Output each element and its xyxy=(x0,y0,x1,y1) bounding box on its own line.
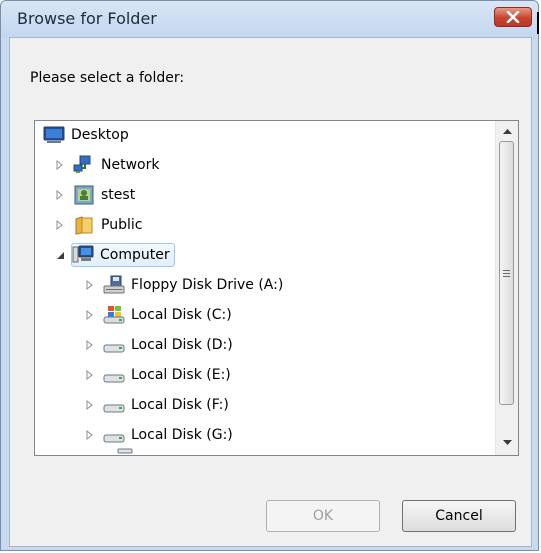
ok-button[interactable]: OK xyxy=(266,500,380,532)
tree-item-label: Local Disk (C:) xyxy=(131,307,232,323)
tree-item-label: Network xyxy=(101,157,160,173)
floppy-drive-icon xyxy=(103,275,125,295)
desktop-icon xyxy=(43,125,65,145)
hard-drive-icon xyxy=(103,425,125,445)
expand-arrow-icon[interactable] xyxy=(83,398,97,412)
collapse-arrow-icon[interactable] xyxy=(53,248,67,262)
tree-item-network[interactable]: Network xyxy=(53,153,159,177)
system-drive-icon xyxy=(103,305,125,325)
tree-item-local-disk-f[interactable]: Local Disk (F:) xyxy=(83,393,229,417)
tree-item-public[interactable]: Public xyxy=(53,213,142,237)
grip-icon xyxy=(503,269,510,277)
dialog-title: Browse for Folder xyxy=(17,9,157,28)
expand-arrow-icon[interactable] xyxy=(83,308,97,322)
expand-arrow-icon[interactable] xyxy=(83,428,97,442)
network-icon xyxy=(73,155,95,175)
tree-item-computer[interactable]: Computer xyxy=(53,243,175,267)
partial-tree-item xyxy=(113,447,135,455)
user-folder-icon xyxy=(73,185,95,205)
scroll-up-button[interactable] xyxy=(496,121,518,141)
folder-icon xyxy=(73,215,95,235)
hard-drive-icon xyxy=(103,365,125,385)
tree-item-label: Floppy Disk Drive (A:) xyxy=(131,277,284,293)
expand-arrow-icon[interactable] xyxy=(53,158,67,172)
tree-item-local-disk-e[interactable]: Local Disk (E:) xyxy=(83,363,231,387)
chevron-down-icon xyxy=(502,440,512,445)
title-bar[interactable]: Browse for Folder xyxy=(1,1,538,37)
tree-item-label: Desktop xyxy=(71,127,129,143)
expand-arrow-icon[interactable] xyxy=(53,188,67,202)
hard-drive-icon xyxy=(103,395,125,415)
select-folder-prompt: Please select a folder: xyxy=(30,70,185,86)
tree-item-floppy-drive-a[interactable]: Floppy Disk Drive (A:) xyxy=(83,273,283,297)
vertical-scrollbar[interactable] xyxy=(495,121,518,455)
tree-item-label: Local Disk (F:) xyxy=(131,397,229,413)
tree-item-label: Local Disk (G:) xyxy=(131,427,233,443)
browse-for-folder-dialog: Browse for Folder Please select a folder… xyxy=(0,0,539,551)
tree-item-label: Computer xyxy=(100,247,170,263)
expand-arrow-icon[interactable] xyxy=(53,218,67,232)
tree-item-local-disk-c[interactable]: Local Disk (C:) xyxy=(83,303,232,327)
expand-arrow-icon[interactable] xyxy=(83,368,97,382)
tree-item-desktop[interactable]: Desktop xyxy=(43,123,129,147)
tree-item-local-disk-g[interactable]: Local Disk (G:) xyxy=(83,423,233,447)
close-icon xyxy=(506,11,520,23)
tree-item-label: stest xyxy=(101,187,136,203)
dialog-body: Please select a folder: Desktop Network … xyxy=(9,37,532,547)
expand-arrow-icon[interactable] xyxy=(83,278,97,292)
scrollbar-thumb[interactable] xyxy=(499,141,514,405)
selected-highlight: Computer xyxy=(71,243,175,267)
expand-arrow-icon[interactable] xyxy=(83,338,97,352)
tree-item-stest[interactable]: stest xyxy=(53,183,135,207)
chevron-up-icon xyxy=(502,129,512,134)
hard-drive-icon xyxy=(103,335,125,355)
tree-item-local-disk-d[interactable]: Local Disk (D:) xyxy=(83,333,233,357)
folder-tree[interactable]: Desktop Network stest Public Computer Fl… xyxy=(34,120,519,456)
computer-icon xyxy=(72,245,94,265)
scroll-down-button[interactable] xyxy=(496,433,518,453)
tree-item-label: Local Disk (E:) xyxy=(131,367,231,383)
mouse-cursor-icon xyxy=(537,12,539,34)
tree-item-label: Local Disk (D:) xyxy=(131,337,233,353)
close-button[interactable] xyxy=(494,7,532,27)
cancel-button[interactable]: Cancel xyxy=(402,500,516,532)
tree-item-label: Public xyxy=(101,217,143,233)
